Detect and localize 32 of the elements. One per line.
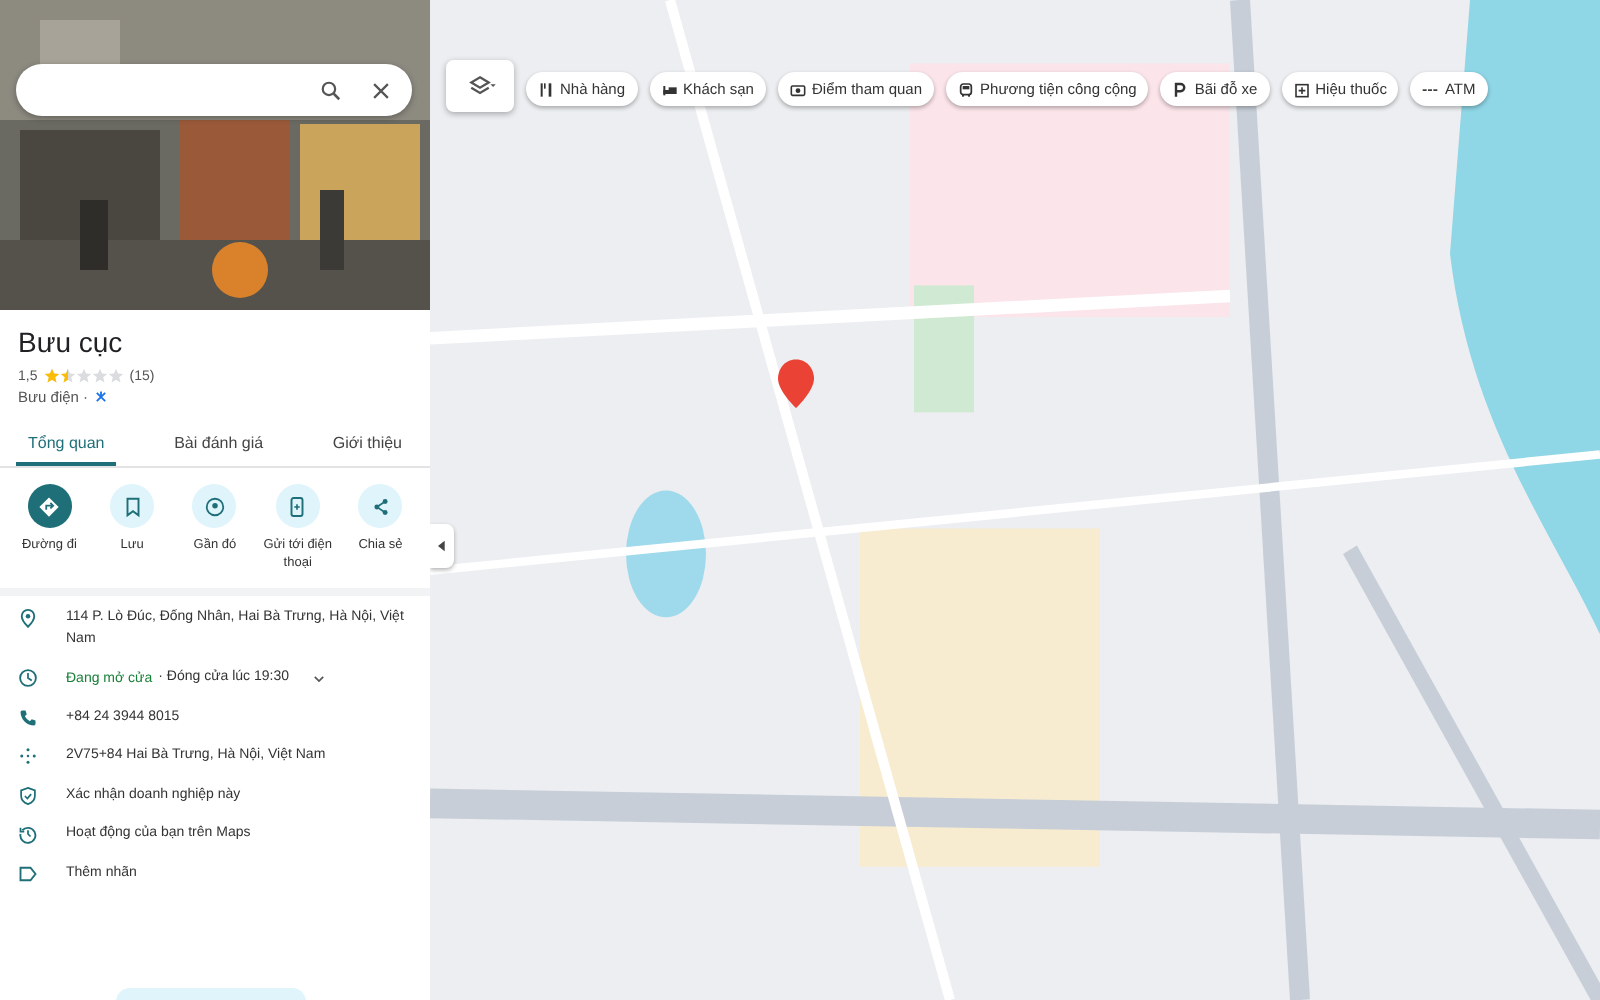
nearby-button[interactable] xyxy=(192,484,237,528)
location-pin-icon xyxy=(203,495,226,517)
bus-icon xyxy=(958,81,975,97)
bed-icon xyxy=(661,81,678,97)
caret-left-icon xyxy=(438,540,446,552)
bookmark-icon xyxy=(121,495,144,517)
layers-icon xyxy=(464,72,496,100)
dots-grid-icon xyxy=(18,746,38,767)
tab[interactable]: Giới thiệu xyxy=(320,426,414,466)
pharmacy-icon xyxy=(1293,81,1310,97)
place-title: Bưu cục xyxy=(18,326,125,358)
phone-icon xyxy=(18,707,38,728)
tab[interactable]: Bài đánh giá xyxy=(162,426,276,466)
phone-icon xyxy=(286,495,309,517)
layers-button[interactable] xyxy=(446,60,514,112)
chevron-down-icon[interactable] xyxy=(311,671,326,686)
share-button[interactable] xyxy=(358,484,403,528)
share-icon xyxy=(369,495,392,517)
history-icon xyxy=(18,824,38,845)
tab[interactable]: Tổng quan xyxy=(16,426,117,466)
fork-knife-icon xyxy=(538,81,554,97)
location-pin-icon xyxy=(18,608,38,629)
save-button[interactable] xyxy=(110,484,155,528)
shield-check-icon xyxy=(18,785,38,806)
directions-button[interactable] xyxy=(27,484,72,528)
collapse-button[interactable] xyxy=(430,524,454,568)
parking-icon xyxy=(1172,81,1189,97)
camera-icon xyxy=(789,81,806,97)
phone-button[interactable] xyxy=(275,484,320,528)
label-tag-icon xyxy=(18,863,38,884)
diamond-arrow-icon xyxy=(38,495,61,517)
clock-icon xyxy=(18,668,38,689)
